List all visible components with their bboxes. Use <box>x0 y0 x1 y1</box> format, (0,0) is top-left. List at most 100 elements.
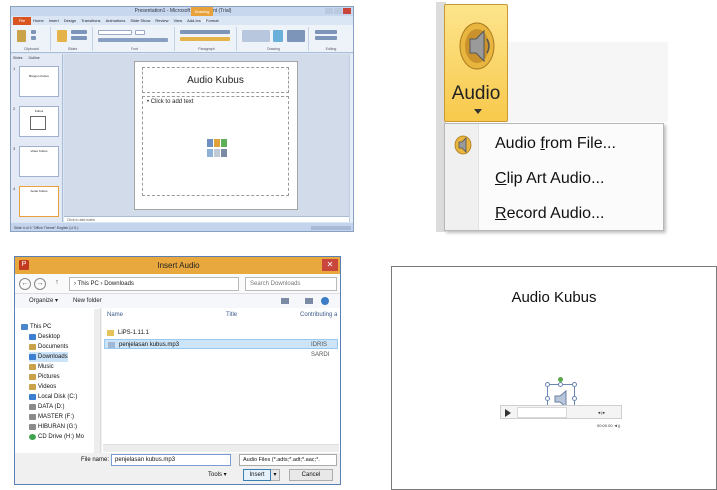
nav-pictures[interactable]: Pictures <box>29 372 60 382</box>
table-icon[interactable] <box>207 139 213 147</box>
font-size-box[interactable] <box>135 30 145 35</box>
copy-icon[interactable] <box>31 36 36 40</box>
replace-icon[interactable] <box>315 36 337 40</box>
nav-master-f[interactable]: MASTER (F:) <box>29 412 74 422</box>
nav-cd-drive-h[interactable]: CD Drive (H:) Mo <box>29 432 84 442</box>
column-contributing[interactable]: Contributing a <box>300 312 337 318</box>
preview-pane-icon[interactable] <box>305 298 313 304</box>
tab-add-ins[interactable]: Add-Ins <box>187 17 201 25</box>
drive-icon <box>29 394 36 400</box>
organize-button[interactable]: Organize ▾ <box>29 294 58 308</box>
content-placeholder[interactable]: • Click to add text <box>142 96 289 196</box>
nav-documents[interactable]: Documents <box>29 342 68 352</box>
tab-format[interactable]: Format <box>206 17 219 25</box>
quick-styles-icon[interactable] <box>273 30 283 42</box>
font-format-icons[interactable] <box>98 38 168 42</box>
tab-animations[interactable]: Animations <box>106 17 126 25</box>
menu-item-clip-art-audio[interactable]: Clip Art Audio... <box>495 168 604 190</box>
new-folder-button[interactable]: New folder <box>73 294 102 308</box>
nav-hiburan-g[interactable]: HIBURAN (G:) <box>29 422 77 432</box>
tab-review[interactable]: Review <box>155 17 168 25</box>
file-row[interactable]: LiPS-1.11.1 <box>104 328 338 338</box>
slide-thumbnail[interactable]: Video Kubus <box>19 146 59 177</box>
forward-arrow-icon[interactable]: → <box>34 278 46 290</box>
cut-icon[interactable] <box>31 30 36 34</box>
file-type-select[interactable]: Audio Files (*.adts;*.adt;*.aac;*. <box>239 454 337 466</box>
nav-downloads[interactable]: Downloads <box>29 352 68 362</box>
slide-title[interactable]: Audio Kubus <box>392 289 716 306</box>
paste-icon[interactable] <box>17 30 26 42</box>
list-icons[interactable] <box>180 30 230 34</box>
tab-transitions[interactable]: Transitions <box>81 17 100 25</box>
content-insert-icons <box>207 139 227 157</box>
nav-data-d[interactable]: DATA (D:) <box>29 402 64 412</box>
new-slide-icon[interactable] <box>57 30 67 42</box>
audio-button[interactable]: Audio <box>444 4 508 122</box>
reset-icon[interactable] <box>71 36 87 40</box>
nav-local-disk-c[interactable]: Local Disk (C:) <box>29 392 77 402</box>
clipart-icon[interactable] <box>214 148 220 157</box>
tab-insert[interactable]: Insert <box>49 17 59 25</box>
insert-options-chevron-icon[interactable]: ▾ <box>271 469 280 481</box>
vertical-scrollbar[interactable] <box>349 54 353 222</box>
maximize-button[interactable] <box>334 8 342 14</box>
close-window-button[interactable] <box>343 8 351 14</box>
tab-view[interactable]: View <box>174 17 183 25</box>
layout-icon[interactable] <box>71 30 87 34</box>
file-tab[interactable]: File <box>13 17 31 25</box>
menu-item-record-audio[interactable]: Record Audio... <box>495 203 604 225</box>
desktop-icon <box>29 334 36 340</box>
chevron-down-icon <box>474 109 482 114</box>
nav-music[interactable]: Music <box>29 362 54 372</box>
media-icon[interactable] <box>221 148 227 157</box>
accelerator-key: R <box>495 205 507 222</box>
resize-handle[interactable] <box>558 382 563 387</box>
tab-outline[interactable]: Outline <box>29 56 40 60</box>
shape-fill-icon[interactable] <box>287 30 305 42</box>
play-icon[interactable] <box>505 409 511 417</box>
title-placeholder[interactable]: Audio Kubus <box>142 67 289 93</box>
file-row-selected[interactable]: penjelasan kubus.mp3 IDRIS SARDI <box>104 339 338 358</box>
picture-icon[interactable] <box>207 148 213 157</box>
view-options-icon[interactable] <box>281 298 289 304</box>
tab-design[interactable]: Design <box>64 17 76 25</box>
tab-slides[interactable]: Slides <box>13 56 23 60</box>
shapes-gallery-icon[interactable] <box>242 30 270 42</box>
tab-slide-show[interactable]: Slide Show <box>130 17 150 25</box>
align-icons[interactable] <box>180 37 230 41</box>
audio-progress-track[interactable] <box>517 407 567 418</box>
close-dialog-button[interactable]: ✕ <box>322 259 338 271</box>
resize-handle[interactable] <box>545 382 550 387</box>
menu-item-audio-from-file[interactable]: Audio from File... <box>495 133 616 155</box>
column-title[interactable]: Title <box>226 312 237 318</box>
resize-handle[interactable] <box>572 382 577 387</box>
path-breadcrumb[interactable]: › This PC › Downloads <box>69 277 239 291</box>
column-name[interactable]: Name <box>107 312 123 318</box>
cancel-button[interactable]: Cancel <box>289 469 333 481</box>
resize-handle[interactable] <box>572 396 577 401</box>
nav-this-pc[interactable]: This PC <box>21 322 51 332</box>
horizontal-scrollbar[interactable] <box>103 444 339 452</box>
find-icon[interactable] <box>315 30 337 34</box>
notes-pane[interactable]: Click to add notes <box>64 216 349 222</box>
chart-icon[interactable] <box>214 139 220 147</box>
smartart-icon[interactable] <box>221 139 227 147</box>
nav-scrollbar[interactable] <box>94 309 100 453</box>
insert-button[interactable]: Insert <box>243 469 271 481</box>
slide-thumbnail[interactable]: Bangun Kubus <box>19 66 59 97</box>
nav-videos[interactable]: Videos <box>29 382 56 392</box>
tab-home[interactable]: Home <box>33 17 44 25</box>
minimize-button[interactable] <box>325 8 333 14</box>
resize-handle[interactable] <box>545 396 550 401</box>
help-icon[interactable] <box>321 297 329 305</box>
tools-dropdown[interactable]: Tools ▾ <box>208 471 227 478</box>
zoom-slider[interactable] <box>311 226 351 230</box>
font-name-box[interactable] <box>98 30 132 35</box>
up-arrow-icon[interactable]: ↑ <box>51 278 63 290</box>
nav-desktop[interactable]: Desktop <box>29 332 60 342</box>
search-input[interactable]: Search Downloads <box>245 277 337 291</box>
slide-thumbnail-selected[interactable]: Audio Kubus <box>19 186 59 217</box>
back-arrow-icon[interactable]: ← <box>19 278 31 290</box>
slide-thumbnail[interactable]: Kubus <box>19 106 59 137</box>
file-name-input[interactable]: penjelasan kubus.mp3 <box>111 454 231 466</box>
